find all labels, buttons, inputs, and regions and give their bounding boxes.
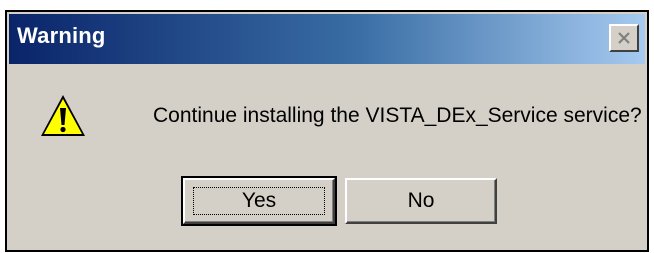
window-title: Warning bbox=[17, 23, 106, 48]
no-button[interactable]: No bbox=[345, 178, 497, 224]
yes-button-label: Yes bbox=[241, 189, 277, 212]
close-button[interactable] bbox=[609, 24, 639, 52]
no-button-label: No bbox=[407, 189, 435, 212]
dialog-message: Continue installing the VISTA_DEx_Servic… bbox=[153, 104, 642, 127]
close-icon bbox=[617, 31, 631, 45]
yes-button[interactable]: Yes bbox=[181, 176, 337, 226]
title-bar[interactable]: Warning bbox=[9, 14, 645, 64]
warning-icon bbox=[39, 92, 87, 140]
warning-dialog: Warning Continue installing the VISTA_DE… bbox=[5, 10, 649, 252]
